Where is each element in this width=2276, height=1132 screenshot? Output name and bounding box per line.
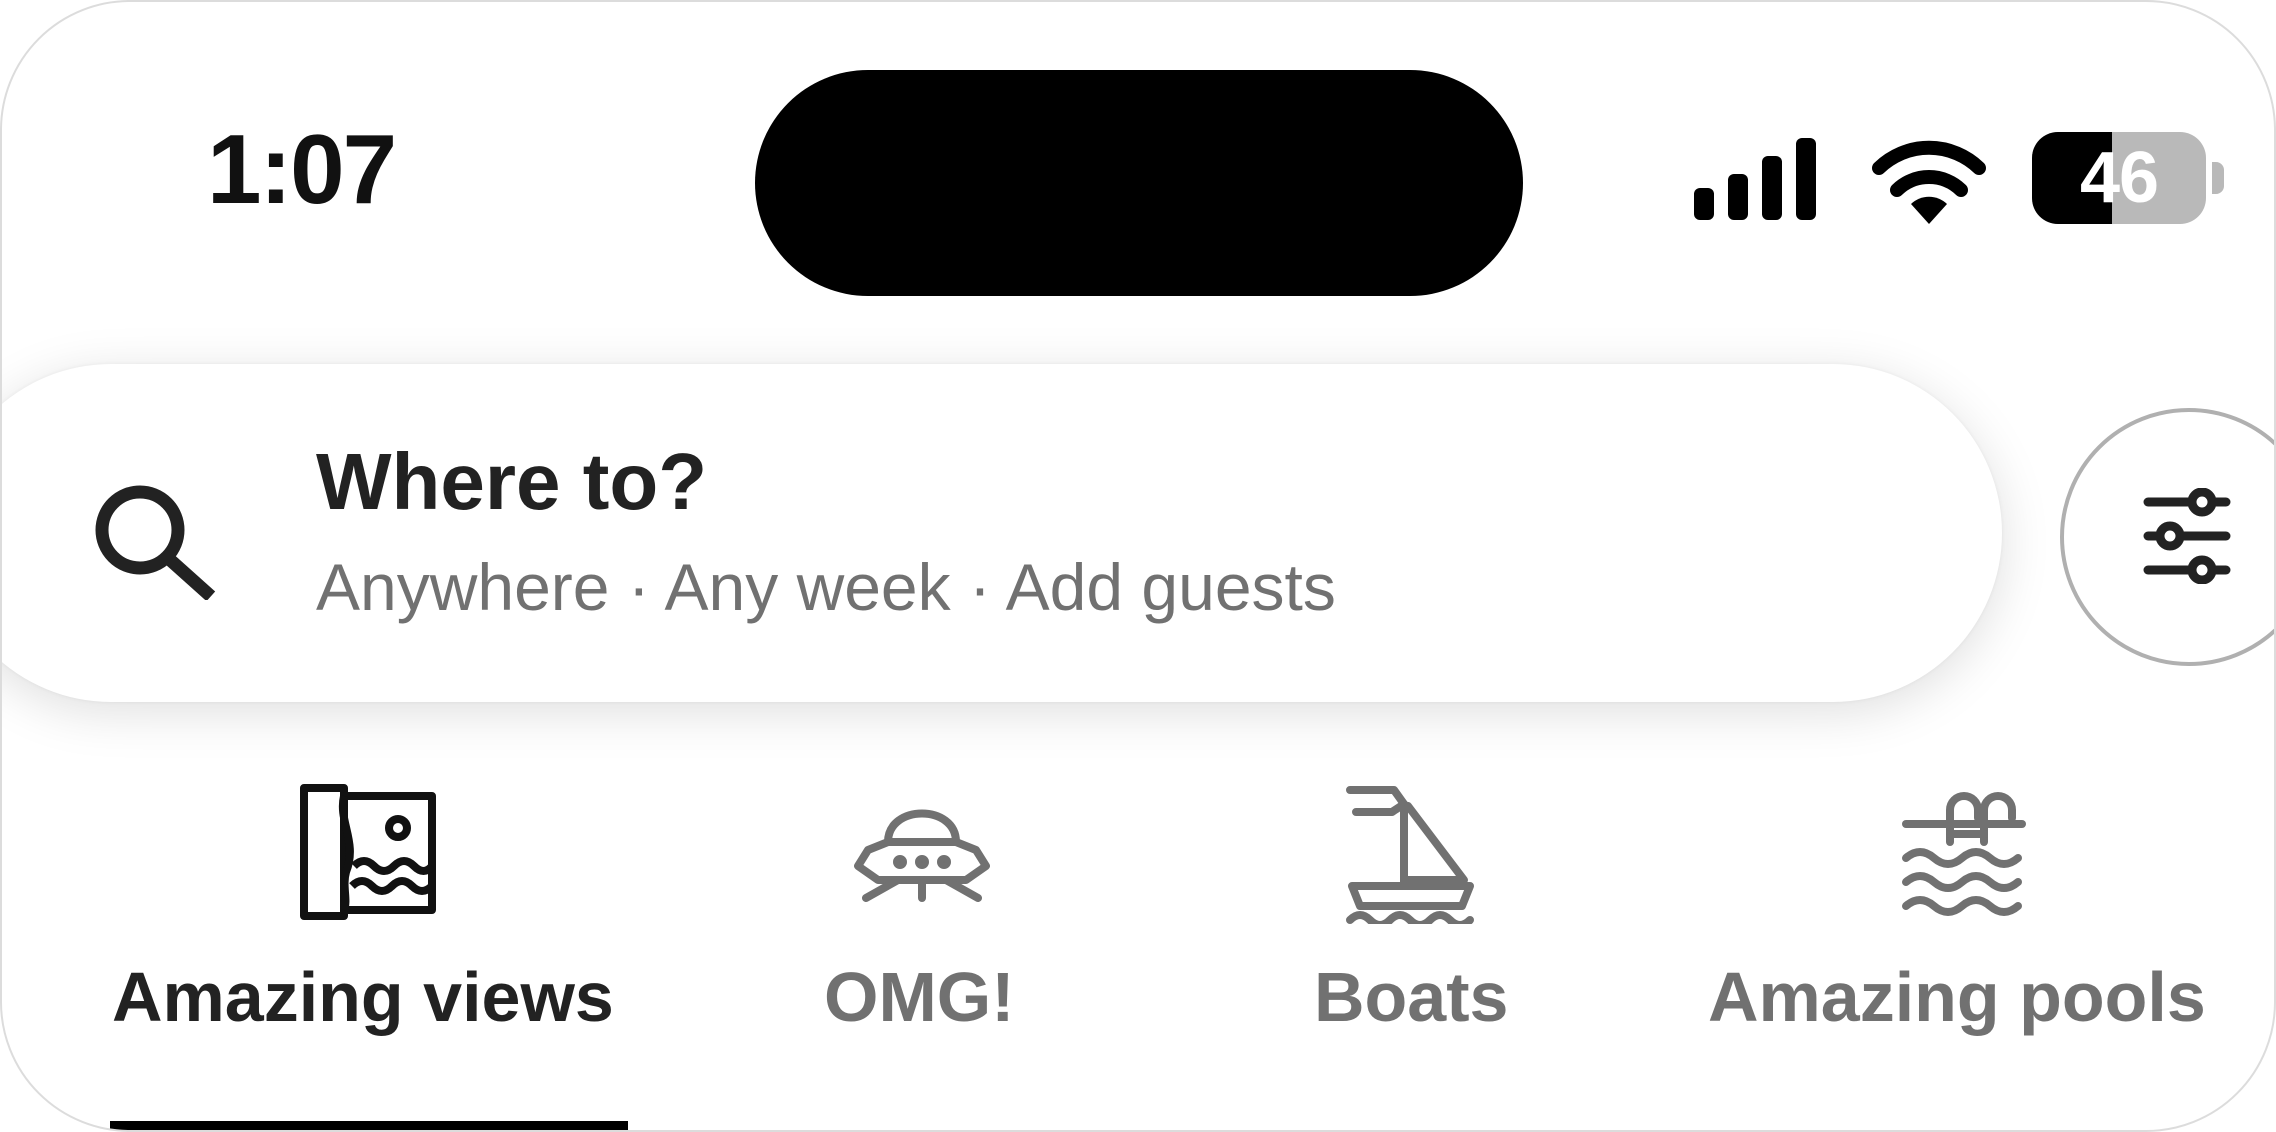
wifi-icon <box>1872 140 1986 224</box>
pool-ladder-icon[interactable] <box>1902 788 2026 918</box>
category-label-amazing-pools[interactable]: Amazing pools <box>1708 962 2206 1032</box>
battery-cap <box>2212 162 2224 194</box>
battery-percentage: 46 <box>2079 138 2159 218</box>
sailboat-icon[interactable] <box>1346 782 1476 924</box>
category-label-amazing-views[interactable]: Amazing views <box>112 962 614 1032</box>
search-subtitle: Anywhere · Any week · Add guests <box>316 550 1336 624</box>
phone-screen: 1:07 46 Where to? Anywhere · Any week · … <box>0 0 2276 1132</box>
category-label-omg[interactable]: OMG! <box>824 962 1015 1032</box>
selected-category-indicator <box>110 1121 628 1130</box>
search-icon <box>95 485 216 600</box>
status-time: 1:07 <box>207 114 397 224</box>
framed-view-icon[interactable] <box>298 782 442 922</box>
ufo-icon[interactable] <box>852 794 992 904</box>
search-bar[interactable] <box>2 364 2002 702</box>
category-label-boats[interactable]: Boats <box>1314 962 1508 1032</box>
search-title: Where to? <box>316 437 708 526</box>
battery-icon: 46 <box>2032 132 2206 224</box>
cellular-signal-icon <box>1694 138 1816 220</box>
dynamic-island <box>755 70 1523 296</box>
sliders-icon <box>2143 488 2231 584</box>
